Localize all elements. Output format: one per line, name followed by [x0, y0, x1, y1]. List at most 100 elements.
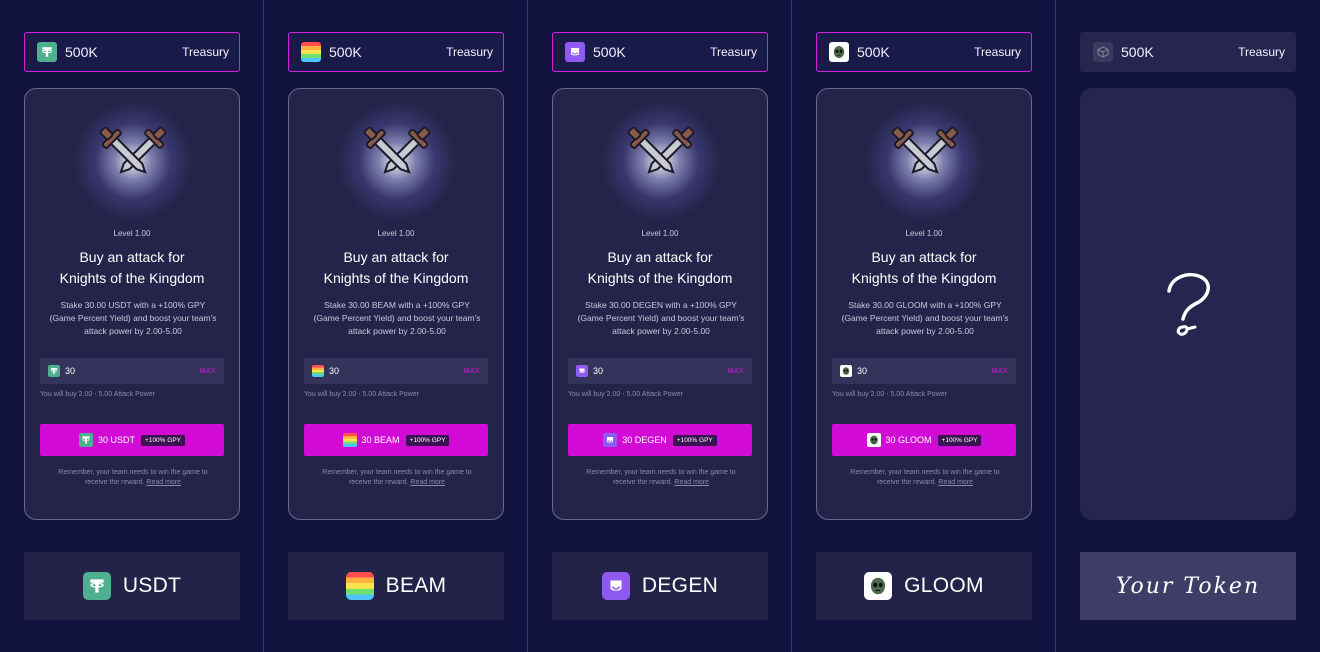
reminder-text: receive the reward.	[876, 479, 937, 486]
description-line: attack power by 2.00-5.00	[612, 326, 710, 336]
reminder-line: Remember, your team needs to win the gam…	[58, 469, 208, 476]
treasury-label: Treasury	[974, 45, 1021, 59]
reminder-line-2: receive the reward. Read more	[831, 478, 1019, 488]
gloom-icon	[840, 365, 852, 377]
token-name: USDT	[122, 574, 182, 597]
buy-button-label: 30 BEAM	[361, 435, 400, 445]
reminder-text: receive the reward.	[612, 479, 673, 486]
description-line: (Game Percent Yield) and boost your team…	[841, 313, 1009, 323]
token-select-tile[interactable]: BEAM	[288, 552, 504, 620]
attack-card: Level 1.00 Buy an attack for Knights of …	[24, 88, 240, 520]
treasury-bar: 500K Treasury	[552, 32, 768, 72]
gpy-badge: +100% GPY	[405, 434, 450, 446]
degen-icon	[603, 433, 618, 447]
usdt-icon	[82, 572, 111, 600]
reward-reminder: Remember, your team needs to win the gam…	[303, 468, 491, 488]
degen-icon	[601, 572, 630, 600]
gpy-badge: +100% GPY	[141, 434, 185, 446]
treasury-label: Treasury	[182, 45, 229, 59]
buy-attack-button[interactable]: 30 USDT +100% GPY	[40, 424, 224, 456]
card-description: Stake 30.00 USDT with a +100% GPY (Game …	[37, 299, 229, 338]
stake-amount-field: MAX	[304, 358, 488, 384]
token-select-tile[interactable]: USDT	[24, 552, 240, 620]
treasury-label: Treasury	[710, 45, 757, 59]
beam-icon	[312, 365, 324, 377]
level-label: Level 1.00	[641, 229, 679, 238]
description-line: attack power by 2.00-5.00	[876, 326, 974, 336]
crossed-swords-icon	[627, 126, 695, 174]
card-headline: Buy an attack for Knights of the Kingdom	[817, 247, 1031, 289]
token-name: GLOOM	[904, 574, 984, 597]
reminder-line: Remember, your team needs to win the gam…	[322, 469, 472, 476]
token-name: DEGEN	[641, 574, 719, 597]
card-headline: Buy an attack for Knights of the Kingdom	[25, 247, 239, 289]
reward-reminder: Remember, your team needs to win the gam…	[39, 468, 227, 488]
token-select-tile[interactable]: DEGEN	[552, 552, 768, 620]
attack-power-hint: You will buy 2.00 - 5.00 Attack Power	[40, 391, 155, 398]
question-mark-icon	[1167, 272, 1210, 336]
reminder-text: receive the reward.	[348, 479, 409, 486]
attack-card: Level 1.00 Buy an attack for Knights of …	[552, 88, 768, 520]
description-line: Stake 30.00 DEGEN with a +100% GPY	[585, 300, 737, 310]
read-more-link[interactable]: Read more	[410, 479, 445, 486]
treasury-bar: 500K Treasury	[24, 32, 240, 72]
buy-attack-button[interactable]: 30 DEGEN +100% GPY	[568, 424, 752, 456]
max-button[interactable]: MAX	[200, 368, 216, 375]
gpy-badge: +100% GPY	[672, 434, 717, 446]
buy-attack-button[interactable]: 30 BEAM +100% GPY	[304, 424, 488, 456]
stake-amount-input[interactable]	[65, 366, 200, 376]
degen-icon	[565, 42, 585, 62]
stake-amount-input[interactable]	[857, 366, 992, 376]
stake-amount-field: MAX	[40, 358, 224, 384]
headline-line-1: Buy an attack for	[79, 249, 185, 265]
reward-reminder: Remember, your team needs to win the gam…	[567, 468, 755, 488]
description-line: (Game Percent Yield) and boost your team…	[313, 313, 481, 323]
level-label: Level 1.00	[377, 229, 415, 238]
crossed-swords-icon	[99, 126, 167, 174]
max-button[interactable]: MAX	[464, 368, 480, 375]
treasury-amount: 500K	[329, 44, 362, 60]
reminder-line-2: receive the reward. Read more	[39, 478, 227, 488]
cube-icon	[1093, 42, 1113, 62]
token-select-tile[interactable]: GLOOM	[816, 552, 1032, 620]
beam-icon	[342, 433, 357, 447]
card-description: Stake 30.00 DEGEN with a +100% GPY (Game…	[565, 299, 757, 338]
usdt-icon	[37, 42, 57, 62]
headline-line-1: Buy an attack for	[607, 249, 713, 265]
read-more-link[interactable]: Read more	[674, 479, 709, 486]
level-label: Level 1.00	[113, 229, 151, 238]
read-more-link[interactable]: Read more	[938, 479, 973, 486]
stake-amount-input[interactable]	[329, 366, 464, 376]
card-description: Stake 30.00 BEAM with a +100% GPY (Game …	[301, 299, 493, 338]
treasury-bar: 500K Treasury	[1080, 32, 1296, 72]
gpy-badge: +100% GPY	[937, 434, 982, 446]
treasury-label: Treasury	[446, 45, 493, 59]
reminder-line: Remember, your team needs to win the gam…	[586, 469, 736, 476]
stake-amount-field: MAX	[568, 358, 752, 384]
read-more-link[interactable]: Read more	[146, 479, 181, 486]
treasury-amount: 500K	[593, 44, 626, 60]
max-button[interactable]: MAX	[728, 368, 744, 375]
treasury-amount: 500K	[1121, 44, 1154, 60]
description-line: attack power by 2.00-5.00	[348, 326, 446, 336]
reminder-text: receive the reward.	[84, 479, 145, 486]
treasury-amount: 500K	[65, 44, 98, 60]
description-line: Stake 30.00 BEAM with a +100% GPY	[324, 300, 470, 310]
headline-line-2: Knights of the Kingdom	[59, 270, 205, 286]
stake-amount-input[interactable]	[593, 366, 728, 376]
headline-line-1: Buy an attack for	[871, 249, 977, 265]
reminder-line-2: receive the reward. Read more	[303, 478, 491, 488]
card-headline: Buy an attack for Knights of the Kingdom	[289, 247, 503, 289]
buy-attack-button[interactable]: 30 GLOOM +100% GPY	[832, 424, 1016, 456]
your-token-column: 500K Treasury Your Token	[1056, 0, 1320, 652]
card-headline: Buy an attack for Knights of the Kingdom	[553, 247, 767, 289]
your-token-tile[interactable]: Your Token	[1080, 552, 1296, 620]
treasury-bar: 500K Treasury	[816, 32, 1032, 72]
gloom-icon	[829, 42, 849, 62]
treasury-amount: 500K	[857, 44, 890, 60]
stake-amount-field: MAX	[832, 358, 1016, 384]
description-line: (Game Percent Yield) and boost your team…	[49, 313, 217, 323]
gloom-icon	[864, 572, 893, 600]
treasury-label: Treasury	[1238, 45, 1285, 59]
max-button[interactable]: MAX	[992, 368, 1008, 375]
